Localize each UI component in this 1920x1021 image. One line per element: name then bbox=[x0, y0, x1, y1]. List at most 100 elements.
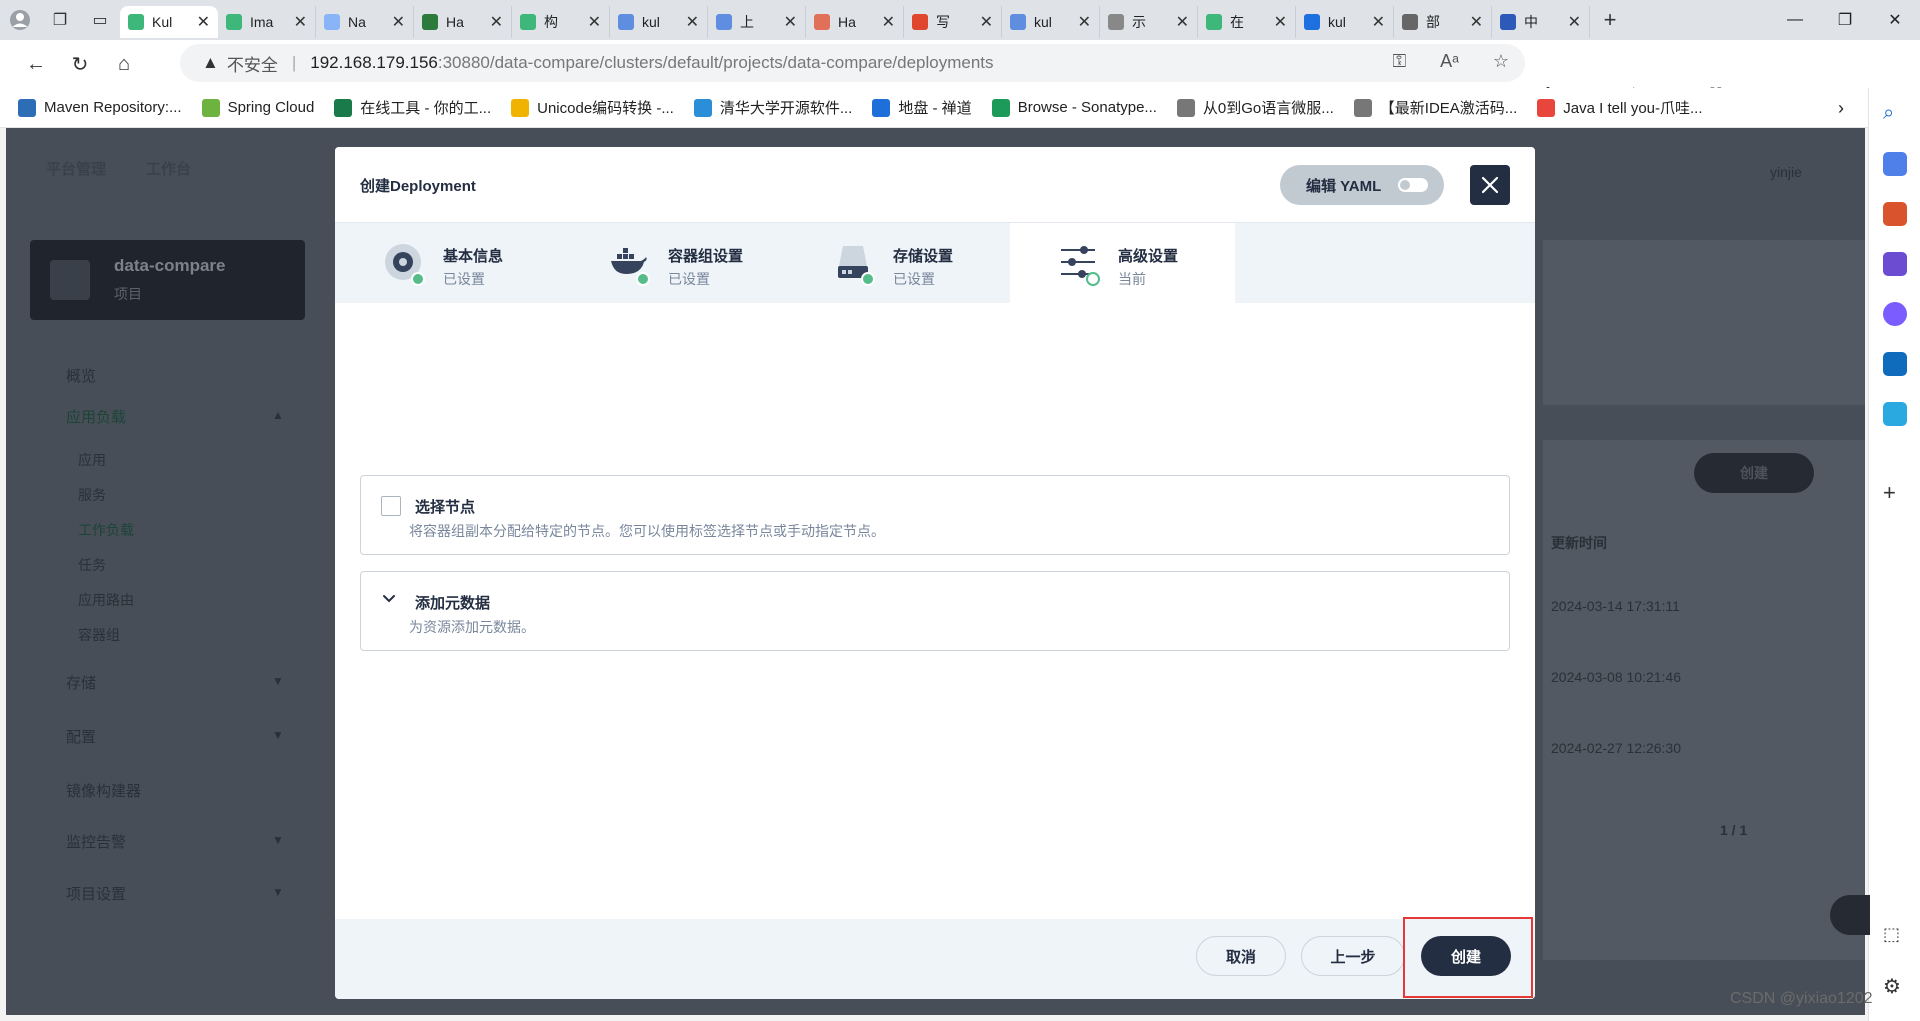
browser-tab[interactable]: Ha ✕ bbox=[806, 6, 904, 38]
browser-tab[interactable]: kul ✕ bbox=[1296, 6, 1394, 38]
top-nav-platform[interactable]: 平台管理 bbox=[46, 158, 106, 179]
tab-close-icon[interactable]: ✕ bbox=[1568, 12, 1581, 32]
chevron-down-icon[interactable]: ▼ bbox=[272, 833, 284, 847]
minimize-icon[interactable]: — bbox=[1770, 0, 1820, 40]
games-icon[interactable] bbox=[1883, 252, 1907, 276]
tab-close-icon[interactable]: ✕ bbox=[1274, 12, 1287, 32]
previous-step-button[interactable]: 上一步 bbox=[1301, 936, 1405, 976]
step-storage-settings[interactable]: 存储设置 已设置 bbox=[785, 223, 1010, 303]
browser-tab[interactable]: 部 ✕ bbox=[1394, 6, 1492, 38]
sidebar-item[interactable]: 应用路由 bbox=[78, 590, 134, 610]
browser-tab[interactable]: kul ✕ bbox=[1002, 6, 1100, 38]
tab-close-icon[interactable]: ✕ bbox=[980, 12, 993, 32]
browser-tab[interactable]: Ima ✕ bbox=[218, 6, 316, 38]
sidebar-item[interactable]: 镜像构建器 bbox=[66, 780, 141, 801]
favorite-star-icon[interactable]: ☆ bbox=[1493, 51, 1509, 72]
tab-close-icon[interactable]: ✕ bbox=[686, 12, 699, 32]
browser-tab[interactable]: 构 ✕ bbox=[512, 6, 610, 38]
screenshot-icon[interactable]: ⬚ bbox=[1883, 924, 1907, 948]
bookmark-item[interactable]: Unicode编码转换 -... bbox=[511, 97, 674, 118]
sidebar-item[interactable]: 应用负载 bbox=[66, 406, 126, 427]
bg-create-button[interactable]: 创建 bbox=[1694, 453, 1814, 493]
close-window-icon[interactable]: ✕ bbox=[1870, 0, 1920, 40]
sidebar-item[interactable]: 容器组 bbox=[78, 625, 120, 645]
toggle-switch[interactable] bbox=[1398, 178, 1428, 192]
close-modal-button[interactable] bbox=[1470, 165, 1510, 205]
bookmark-item[interactable]: Maven Repository:... bbox=[18, 98, 182, 117]
chevron-up-icon[interactable]: ▲ bbox=[272, 408, 284, 422]
sidebar-item[interactable]: 配置 bbox=[66, 726, 96, 747]
bookmark-item[interactable]: 清华大学开源软件... bbox=[693, 97, 852, 118]
sidebar-item[interactable]: 任务 bbox=[78, 555, 106, 575]
tab-close-icon[interactable]: ✕ bbox=[882, 12, 895, 32]
bookmark-item[interactable]: Spring Cloud bbox=[201, 98, 314, 117]
tab-close-icon[interactable]: ✕ bbox=[1470, 12, 1483, 32]
tab-close-icon[interactable]: ✕ bbox=[784, 12, 797, 32]
browser-tab[interactable]: Kul ✕ bbox=[120, 6, 218, 38]
sidebar-item[interactable]: 存储 bbox=[66, 672, 96, 693]
bookmarks-more-chevron-icon[interactable]: › bbox=[1838, 98, 1844, 119]
send-icon[interactable] bbox=[1883, 402, 1907, 426]
step-basic-info[interactable]: 基本信息 已设置 bbox=[335, 223, 560, 303]
bookmark-item[interactable]: Browse - Sonatype... bbox=[991, 98, 1157, 117]
browser-tab[interactable]: 写 ✕ bbox=[904, 6, 1002, 38]
tab-close-icon[interactable]: ✕ bbox=[197, 12, 210, 32]
tab-close-icon[interactable]: ✕ bbox=[1372, 12, 1385, 32]
reload-icon[interactable]: ↻ bbox=[58, 44, 102, 84]
edit-yaml-toggle[interactable]: 编辑 YAML bbox=[1280, 165, 1444, 205]
sidebar-item[interactable]: 概览 bbox=[66, 365, 96, 386]
address-input[interactable]: ▲ 不安全 | 192.168.179.156 :30880/data-comp… bbox=[180, 44, 1525, 82]
browser-tab[interactable]: 示 ✕ bbox=[1100, 6, 1198, 38]
browser-tab[interactable]: 上 ✕ bbox=[708, 6, 806, 38]
outlook-icon[interactable] bbox=[1883, 352, 1907, 376]
top-nav-workbench[interactable]: 工作台 bbox=[146, 158, 191, 179]
home-icon[interactable]: ⌂ bbox=[102, 44, 146, 84]
new-tab-button[interactable]: + bbox=[1590, 7, 1630, 33]
tab-close-icon[interactable]: ✕ bbox=[1176, 12, 1189, 32]
sidebar-item[interactable]: 工作负载 bbox=[78, 520, 134, 540]
back-icon[interactable]: ← bbox=[14, 44, 58, 84]
chevron-down-icon[interactable]: ▼ bbox=[272, 885, 284, 899]
create-button[interactable]: 创建 bbox=[1421, 936, 1511, 976]
settings-gear-icon[interactable]: ⚙ bbox=[1883, 974, 1907, 998]
profile-icon[interactable] bbox=[0, 0, 40, 40]
select-node-checkbox[interactable] bbox=[381, 496, 401, 516]
sidebar-item[interactable]: 监控告警 bbox=[66, 831, 126, 852]
tab-close-icon[interactable]: ✕ bbox=[294, 12, 307, 32]
step-container-settings[interactable]: 容器组设置 已设置 bbox=[560, 223, 785, 303]
workspaces-icon[interactable]: ❐ bbox=[40, 0, 80, 40]
floating-toolbox-button[interactable] bbox=[1830, 895, 1870, 935]
bookmark-item[interactable]: 地盘 - 禅道 bbox=[872, 97, 972, 118]
tab-close-icon[interactable]: ✕ bbox=[490, 12, 503, 32]
add-metadata-section[interactable]: 添加元数据 为资源添加元数据。 bbox=[360, 571, 1510, 651]
add-sidebar-app-icon[interactable]: + bbox=[1883, 480, 1907, 505]
tab-close-icon[interactable]: ✕ bbox=[392, 12, 405, 32]
chevron-down-icon[interactable] bbox=[381, 590, 397, 611]
search-icon[interactable]: ⌕ bbox=[1883, 102, 1907, 126]
key-icon[interactable]: ⚿ bbox=[1392, 51, 1406, 72]
tab-actions-icon[interactable]: ▭ bbox=[80, 0, 120, 40]
copilot-icon[interactable] bbox=[1883, 302, 1907, 326]
sidebar-item[interactable]: 项目设置 bbox=[66, 883, 126, 904]
tab-close-icon[interactable]: ✕ bbox=[588, 12, 601, 32]
read-aloud-icon[interactable]: Aᵃ bbox=[1440, 51, 1459, 72]
browser-tab[interactable]: Na ✕ bbox=[316, 6, 414, 38]
step-advanced-settings[interactable]: 高级设置 当前 bbox=[1010, 223, 1235, 303]
browser-tab[interactable]: Ha ✕ bbox=[414, 6, 512, 38]
browser-tab[interactable]: 在 ✕ bbox=[1198, 6, 1296, 38]
sidebar-item[interactable]: 服务 bbox=[78, 485, 106, 505]
column-header-updated[interactable]: 更新时间 bbox=[1551, 533, 1607, 553]
bookmark-item[interactable]: 在线工具 - 你的工... bbox=[334, 97, 491, 118]
restore-icon[interactable]: ❐ bbox=[1820, 0, 1870, 40]
tab-close-icon[interactable]: ✕ bbox=[1078, 12, 1091, 32]
bookmark-item[interactable]: 从0到Go语言微服... bbox=[1176, 97, 1334, 118]
bookmark-item[interactable]: 【最新IDEA激活码... bbox=[1353, 97, 1517, 118]
sidebar-item[interactable]: 应用 bbox=[78, 450, 106, 470]
browser-tab[interactable]: 中 ✕ bbox=[1492, 6, 1590, 38]
chevron-down-icon[interactable]: ▼ bbox=[272, 674, 284, 688]
toolbox-icon[interactable] bbox=[1883, 202, 1907, 226]
bookmark-item[interactable]: Java I tell you-爪哇... bbox=[1537, 97, 1703, 118]
cancel-button[interactable]: 取消 bbox=[1196, 936, 1286, 976]
user-menu[interactable]: yinjie bbox=[1770, 164, 1802, 180]
project-card[interactable]: data-compare 项目 bbox=[30, 240, 305, 320]
